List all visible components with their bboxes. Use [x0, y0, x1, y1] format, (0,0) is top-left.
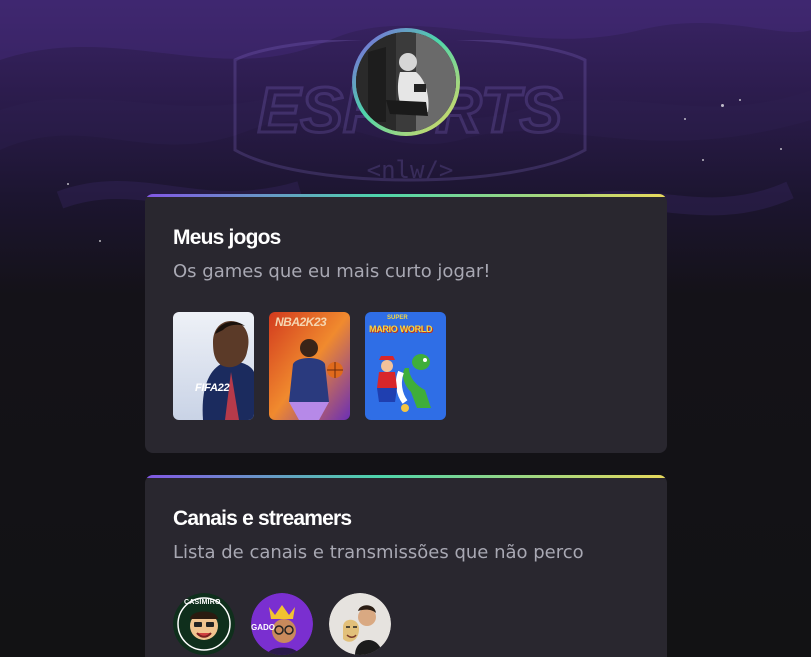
- page: ESPORTS <nlw/> Meus jogos Os games que e…: [0, 0, 811, 657]
- game-cover-fifa-22[interactable]: FIFA22: [173, 312, 254, 420]
- mario-cover-text-top: SUPER: [387, 315, 408, 321]
- streamer-badge-casimiro: CASIMIRO: [184, 599, 221, 606]
- streamer-avatar-gado[interactable]: GADO: [251, 593, 313, 655]
- streamers-subtitle: Lista de canais e transmissões que não p…: [173, 542, 584, 563]
- games-card: Meus jogos Os games que eu mais curto jo…: [145, 194, 667, 453]
- games-subtitle: Os games que eu mais curto jogar!: [173, 261, 491, 282]
- streamers-card: Canais e streamers Lista de canais e tra…: [145, 475, 667, 657]
- star: [721, 104, 724, 107]
- profile-avatar[interactable]: [352, 28, 460, 136]
- star: [99, 240, 101, 242]
- watermark-subtext: <nlw/>: [367, 156, 454, 184]
- fifa-cover-text: FIFA22: [195, 382, 230, 394]
- games-title: Meus jogos: [173, 226, 281, 249]
- game-cover-nba-2k23[interactable]: NBA2K23: [269, 312, 350, 420]
- games-list: FIFA22 NBA2K23 SUPER MARIO WORLD: [173, 312, 639, 420]
- streamer-avatar-3[interactable]: [329, 593, 391, 655]
- streamers-list: CASIMIRO GADO: [173, 593, 639, 655]
- streamer-avatar-casimiro[interactable]: CASIMIRO: [173, 593, 235, 655]
- star: [780, 148, 782, 150]
- streamers-title: Canais e streamers: [173, 507, 352, 530]
- streamer-badge-gado: GADO: [251, 623, 275, 632]
- profile-photo: [356, 32, 456, 132]
- star: [739, 99, 741, 101]
- star: [702, 159, 704, 161]
- nba-cover-text: NBA2K23: [275, 315, 327, 329]
- star: [67, 183, 69, 185]
- star: [684, 118, 686, 120]
- game-cover-super-mario-world[interactable]: SUPER MARIO WORLD: [365, 312, 446, 420]
- mario-cover-text: MARIO WORLD: [369, 324, 433, 334]
